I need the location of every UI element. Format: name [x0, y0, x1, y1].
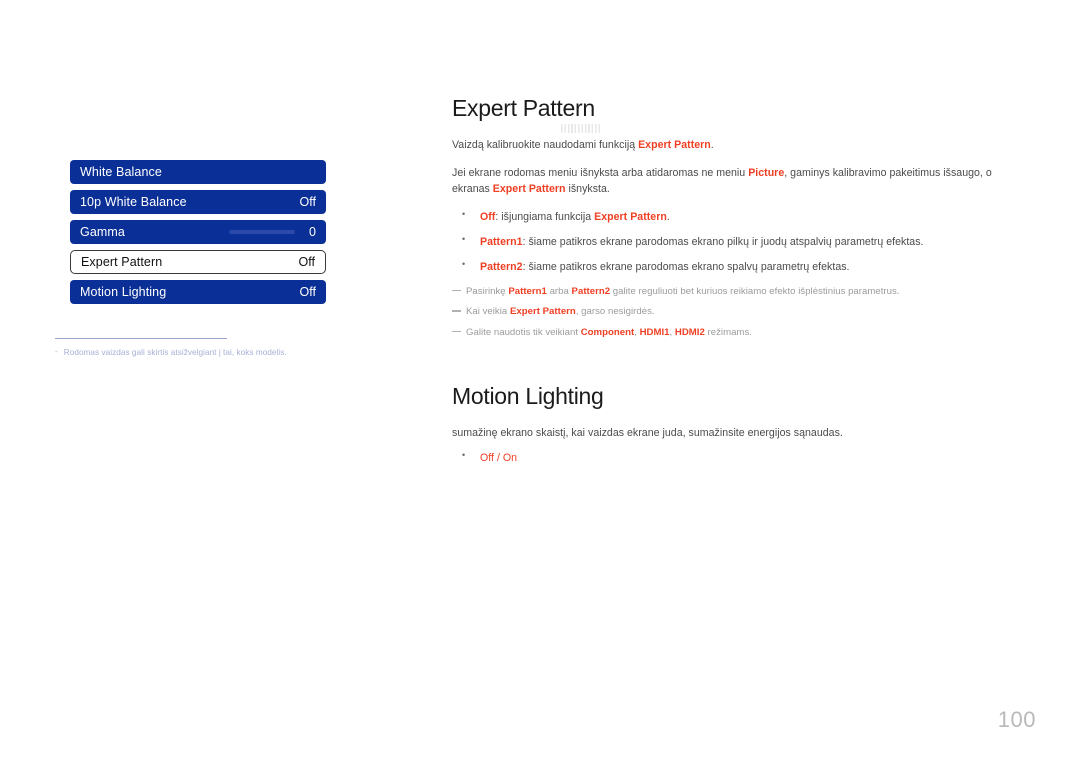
- gamma-slider[interactable]: [229, 230, 296, 234]
- bullet-term-2: Expert Pattern: [594, 210, 667, 223]
- osd-footnote: - Rodomas vaizdas gali skirtis atsižvelg…: [55, 338, 355, 357]
- bullet-term: Off: [480, 210, 496, 223]
- intro2-text-a: Jei ekrane rodomas meniu išnyksta arba a…: [452, 166, 749, 179]
- note-highlight-2: HDMI1: [639, 326, 670, 338]
- expert-pattern-option-list: Off: išjungiama funkcija Expert Pattern.…: [452, 207, 1024, 276]
- note-highlight-1: Expert Pattern: [509, 306, 576, 318]
- osd-row-label: Expert Pattern: [81, 255, 163, 269]
- bullet-text: : šiame patikros ekrane parodomas ekrano…: [522, 235, 924, 248]
- osd-row-value: Off: [299, 285, 316, 299]
- note-text-b: , garso nesigirdės.: [575, 306, 655, 318]
- note-highlight-1: Pattern1: [508, 285, 547, 297]
- note-text-c: galite reguliuoti bet kuriuos reikiamo e…: [610, 285, 900, 297]
- note-text-a: Kai veikia: [466, 306, 510, 318]
- intro1-highlight: Expert Pattern: [638, 139, 711, 152]
- osd-row-label: White Balance: [80, 165, 162, 179]
- note-text-b: arba: [546, 285, 572, 297]
- note-highlight-1: Component: [580, 326, 635, 338]
- page-number: 100: [997, 707, 1036, 732]
- list-item: Pattern2: šiame patikros ekrane parodoma…: [452, 258, 1024, 275]
- section-title-expert-pattern: Expert Pattern: [452, 95, 595, 121]
- footnote-line: - Rodomas vaizdas gali skirtis atsižvelg…: [55, 347, 355, 357]
- intro1-text-a: Vaizdą kalibruokite naudodami funkciją: [452, 139, 639, 152]
- list-item: Off: išjungiama funkcija Expert Pattern.: [452, 207, 1024, 225]
- bullet-term: Pattern1: [480, 235, 523, 248]
- osd-menu-panel: White Balance 10p White Balance Off Gamm…: [70, 160, 326, 310]
- bullet-term: Pattern2: [480, 261, 523, 274]
- osd-row-10p-white-balance[interactable]: 10p White Balance Off: [70, 190, 326, 214]
- osd-row-value: 0: [309, 225, 316, 239]
- note-text-d: režimams.: [704, 326, 752, 338]
- section-title-motion-lighting: Motion Lighting: [452, 382, 604, 409]
- osd-row-value: Off: [298, 255, 315, 269]
- bullet-text: : šiame patikros ekrane parodomas ekrano…: [522, 261, 850, 274]
- osd-row-gamma[interactable]: Gamma 0: [70, 220, 326, 244]
- osd-row-motion-lighting[interactable]: Motion Lighting Off: [70, 280, 326, 304]
- note-item: Galite naudotis tik veikiant Component, …: [452, 326, 1024, 340]
- bullet-text: : išjungiama funkcija: [495, 210, 595, 223]
- list-item: Off / On: [452, 449, 1024, 466]
- note-text-a: Pasirinkę: [466, 285, 509, 297]
- motion-lighting-description: sumažinę ekrano skaistį, kai vaizdas ekr…: [452, 427, 843, 440]
- intro1-text-b: .: [710, 139, 714, 152]
- note-highlight-2: Pattern2: [571, 285, 611, 297]
- footnote-text: Rodomas vaizdas gali skirtis atsižvelgia…: [63, 348, 287, 357]
- note-item: Kai veikia Expert Pattern, garso nesigir…: [452, 305, 1024, 319]
- note-highlight-3: HDMI2: [674, 326, 705, 338]
- intro2-text-c: išnyksta.: [565, 183, 610, 196]
- scan-artifact-smudge: [561, 124, 601, 133]
- intro-paragraph-1: Vaizdą kalibruokite naudodami funkciją E…: [452, 137, 1024, 153]
- note-text-a: Galite naudotis tik veikiant: [466, 326, 581, 338]
- expert-pattern-notes-list: Pasirinkę Pattern1 arba Pattern2 galite …: [452, 285, 1024, 340]
- list-item: Pattern1: šiame patikros ekrane parodoma…: [452, 233, 1024, 250]
- note-item: Pasirinkę Pattern1 arba Pattern2 galite …: [452, 285, 1024, 299]
- intro2-highlight-expert-pattern: Expert Pattern: [492, 183, 566, 196]
- bullet-text-2: .: [666, 210, 670, 223]
- osd-row-white-balance[interactable]: White Balance: [70, 160, 326, 184]
- intro2-highlight-picture: Picture: [748, 166, 785, 179]
- osd-row-expert-pattern[interactable]: Expert Pattern Off: [70, 250, 326, 274]
- bullet-options: Off / On: [480, 451, 518, 464]
- osd-row-label: 10p White Balance: [80, 195, 187, 209]
- document-body: Expert Pattern Vaizdą kalibruokite naudo…: [452, 95, 1024, 475]
- intro-paragraph-2: Jei ekrane rodomas meniu išnyksta arba a…: [452, 165, 1024, 198]
- osd-row-value: Off: [299, 195, 316, 209]
- footnote-dash-icon: -: [55, 347, 58, 356]
- footnote-divider: [55, 338, 227, 339]
- osd-row-label: Motion Lighting: [80, 285, 167, 299]
- osd-row-label: Gamma: [80, 225, 125, 239]
- motion-lighting-option-list: Off / On: [452, 449, 1024, 466]
